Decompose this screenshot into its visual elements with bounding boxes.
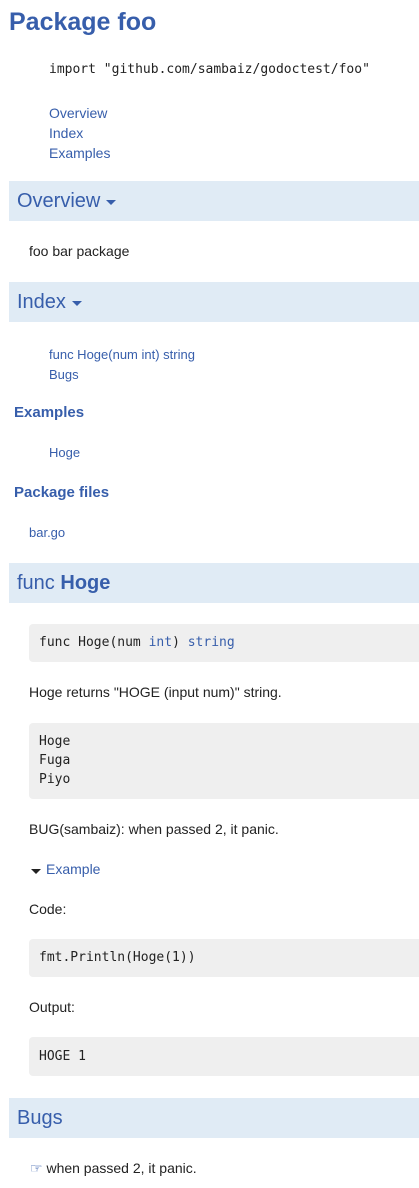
bug-note: BUG(sambaiz): when passed 2, it panic. <box>29 821 279 837</box>
import-path: import "github.com/sambaiz/godoctest/foo… <box>49 62 370 77</box>
bugs-heading: Bugs <box>17 1106 63 1129</box>
bugs-section-header[interactable]: Bugs <box>9 1098 419 1138</box>
example-link-hoge[interactable]: Hoge <box>49 445 80 460</box>
return-type-link[interactable]: string <box>188 635 235 650</box>
index-link-func-hoge[interactable]: func Hoge(num int) string <box>49 345 195 365</box>
func-description: Hoge returns "HOGE (input num)" string. <box>29 684 282 700</box>
file-link-bar-go[interactable]: bar.go <box>29 525 65 540</box>
pre-line: Fuga <box>39 753 71 768</box>
pointing-hand-icon: ☞ <box>30 1160 43 1176</box>
signature-mid: ) <box>172 635 188 650</box>
index-section-header[interactable]: Index <box>9 282 419 322</box>
pre-line: Piyo <box>39 772 71 787</box>
toc-link-examples[interactable]: Examples <box>49 143 110 163</box>
caret-down-icon <box>71 300 82 306</box>
func-signature-block: func Hoge(num int) string <box>29 624 419 662</box>
func-keyword: func <box>17 571 55 594</box>
signature-prefix: func Hoge(num <box>39 635 149 650</box>
page-title: Package foo <box>9 8 157 36</box>
overview-text: foo bar package <box>29 243 130 259</box>
index-heading: Index <box>17 290 66 313</box>
example-output-block: HOGE 1 <box>29 1037 419 1076</box>
toc-link-index[interactable]: Index <box>49 123 110 143</box>
example-code-block: fmt.Println(Hoge(1)) <box>29 939 419 977</box>
preformatted-block: Hoge Fuga Piyo <box>29 723 419 799</box>
func-hoge-section-header[interactable]: func Hoge <box>9 563 419 603</box>
param-type-link[interactable]: int <box>149 635 172 650</box>
bug-list-item: ☞ when passed 2, it panic. <box>30 1160 197 1177</box>
example-toggle-label: Example <box>46 861 101 877</box>
caret-down-icon <box>106 199 117 205</box>
toc-link-overview[interactable]: Overview <box>49 103 110 123</box>
caret-down-icon <box>31 868 41 874</box>
pre-line: Hoge <box>39 734 71 749</box>
overview-heading: Overview <box>17 189 101 212</box>
package-files-heading: Package files <box>14 484 110 501</box>
bug-item-text: when passed 2, it panic. <box>46 1160 197 1176</box>
overview-section-header[interactable]: Overview <box>9 181 419 221</box>
table-of-contents: Overview Index Examples <box>49 103 110 163</box>
examples-heading: Examples <box>14 404 85 421</box>
output-label: Output: <box>29 999 75 1015</box>
func-name: Hoge <box>60 571 111 594</box>
index-list: func Hoge(num int) string Bugs <box>49 345 195 385</box>
code-label: Code: <box>29 901 67 917</box>
index-link-bugs[interactable]: Bugs <box>49 365 195 385</box>
example-toggle[interactable]: Example <box>31 861 100 877</box>
